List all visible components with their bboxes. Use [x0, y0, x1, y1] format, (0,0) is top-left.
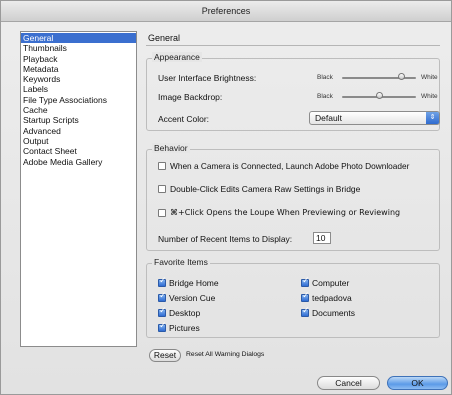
sidebar-item-advanced[interactable]: Advanced: [21, 126, 136, 136]
pictures-checkbox[interactable]: [158, 321, 167, 332]
documents-checkbox[interactable]: [301, 306, 310, 317]
sidebar-item-metadata[interactable]: Metadata: [21, 64, 136, 74]
sidebar-item-startup-scripts[interactable]: Startup Scripts: [21, 115, 136, 125]
desktop-checkbox[interactable]: [158, 306, 167, 317]
reset-button[interactable]: Reset: [149, 349, 181, 362]
sidebar-item-output[interactable]: Output: [21, 136, 136, 146]
brightness-slider-thumb[interactable]: [397, 73, 405, 80]
appearance-group-label: Appearance: [152, 52, 202, 62]
sidebar-item-keywords[interactable]: Keywords: [21, 74, 136, 84]
desktop-label[interactable]: Desktop: [169, 308, 200, 318]
sidebar-item-contact-sheet[interactable]: Contact Sheet: [21, 146, 136, 156]
backdrop-min-label: Black: [317, 93, 333, 100]
behavior-group-label: Behavior: [152, 143, 190, 153]
version-cue-checkbox[interactable]: [158, 291, 167, 302]
sidebar-item-file-type-associations[interactable]: File Type Associations: [21, 95, 136, 105]
preferences-sidebar[interactable]: General Thumbnails Playback Metadata Key…: [20, 31, 137, 347]
bridge-home-label[interactable]: Bridge Home: [169, 278, 219, 288]
sidebar-item-adobe-media-gallery[interactable]: Adobe Media Gallery: [21, 157, 136, 167]
recent-items-field[interactable]: 10: [313, 232, 331, 244]
brightness-label: User Interface Brightness:: [158, 73, 257, 83]
page-title: General: [148, 33, 181, 43]
reset-warning-label: Reset All Warning Dialogs: [186, 351, 265, 358]
tedpadova-checkbox[interactable]: [301, 291, 310, 302]
backdrop-slider-thumb[interactable]: [375, 92, 383, 99]
brightness-max-label: White: [421, 74, 438, 81]
double-click-camera-raw-checkbox[interactable]: [158, 185, 166, 193]
backdrop-max-label: White: [421, 93, 438, 100]
tedpadova-label[interactable]: tedpadova: [312, 293, 352, 303]
cmd-click-loupe-checkbox[interactable]: [158, 209, 166, 217]
ok-button[interactable]: OK: [387, 376, 448, 390]
bridge-home-checkbox[interactable]: [158, 276, 167, 287]
sidebar-item-cache[interactable]: Cache: [21, 105, 136, 115]
launch-photo-downloader-checkbox[interactable]: [158, 162, 166, 170]
sidebar-item-playback[interactable]: Playback: [21, 54, 136, 64]
backdrop-label: Image Backdrop:: [158, 92, 223, 102]
version-cue-label[interactable]: Version Cue: [169, 293, 215, 303]
accent-color-value: Default: [315, 113, 342, 123]
launch-photo-downloader-label[interactable]: When a Camera is Connected, Launch Adobe…: [170, 161, 409, 171]
sidebar-item-thumbnails[interactable]: Thumbnails: [21, 43, 136, 53]
double-click-camera-raw-label[interactable]: Double-Click Edits Camera Raw Settings i…: [170, 184, 360, 194]
sidebar-item-general[interactable]: General: [21, 33, 136, 44]
select-arrows-icon: ⇕: [426, 112, 439, 124]
accent-color-select[interactable]: Default ⇕: [309, 111, 440, 125]
computer-label[interactable]: Computer: [312, 278, 349, 288]
sidebar-item-labels[interactable]: Labels: [21, 84, 136, 94]
brightness-slider-track[interactable]: [342, 77, 416, 79]
favorite-items-group-label: Favorite Items: [152, 257, 210, 267]
computer-checkbox[interactable]: [301, 276, 310, 287]
brightness-min-label: Black: [317, 74, 333, 81]
accent-color-label: Accent Color:: [158, 114, 210, 124]
cmd-click-loupe-label[interactable]: ⌘+Click Opens the Loupe When Previewing …: [170, 208, 400, 217]
recent-items-label: Number of Recent Items to Display:: [158, 234, 293, 244]
pictures-label[interactable]: Pictures: [169, 323, 200, 333]
cancel-button[interactable]: Cancel: [317, 376, 380, 390]
preferences-window: Preferences General Thumbnails Playback …: [0, 0, 452, 395]
documents-label[interactable]: Documents: [312, 308, 355, 318]
section-divider: [146, 45, 440, 46]
window-title: Preferences: [1, 1, 451, 22]
